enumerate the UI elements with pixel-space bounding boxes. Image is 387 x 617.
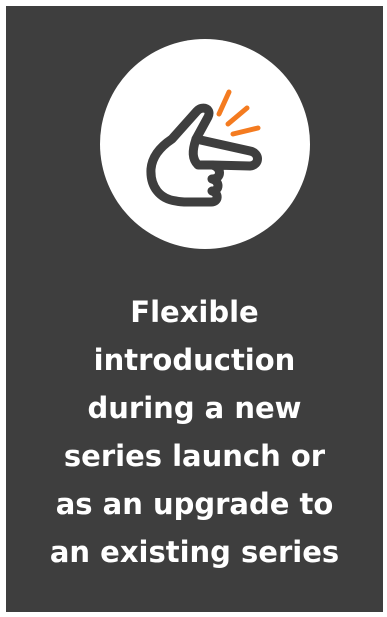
feature-card: Flexible introduction during a new serie… [6,6,383,612]
caption-line: Flexible [130,295,259,329]
icon-circle [100,39,310,249]
caption-line: introduction [93,343,296,377]
finger-snap-icon [146,89,262,207]
feature-caption: Flexible introduction during a new serie… [6,288,383,576]
caption-line: an existing series [49,535,340,569]
caption-line: during a new [87,391,302,425]
caption-line: series launch or [63,439,326,473]
caption-line: as an upgrade to [55,487,334,521]
